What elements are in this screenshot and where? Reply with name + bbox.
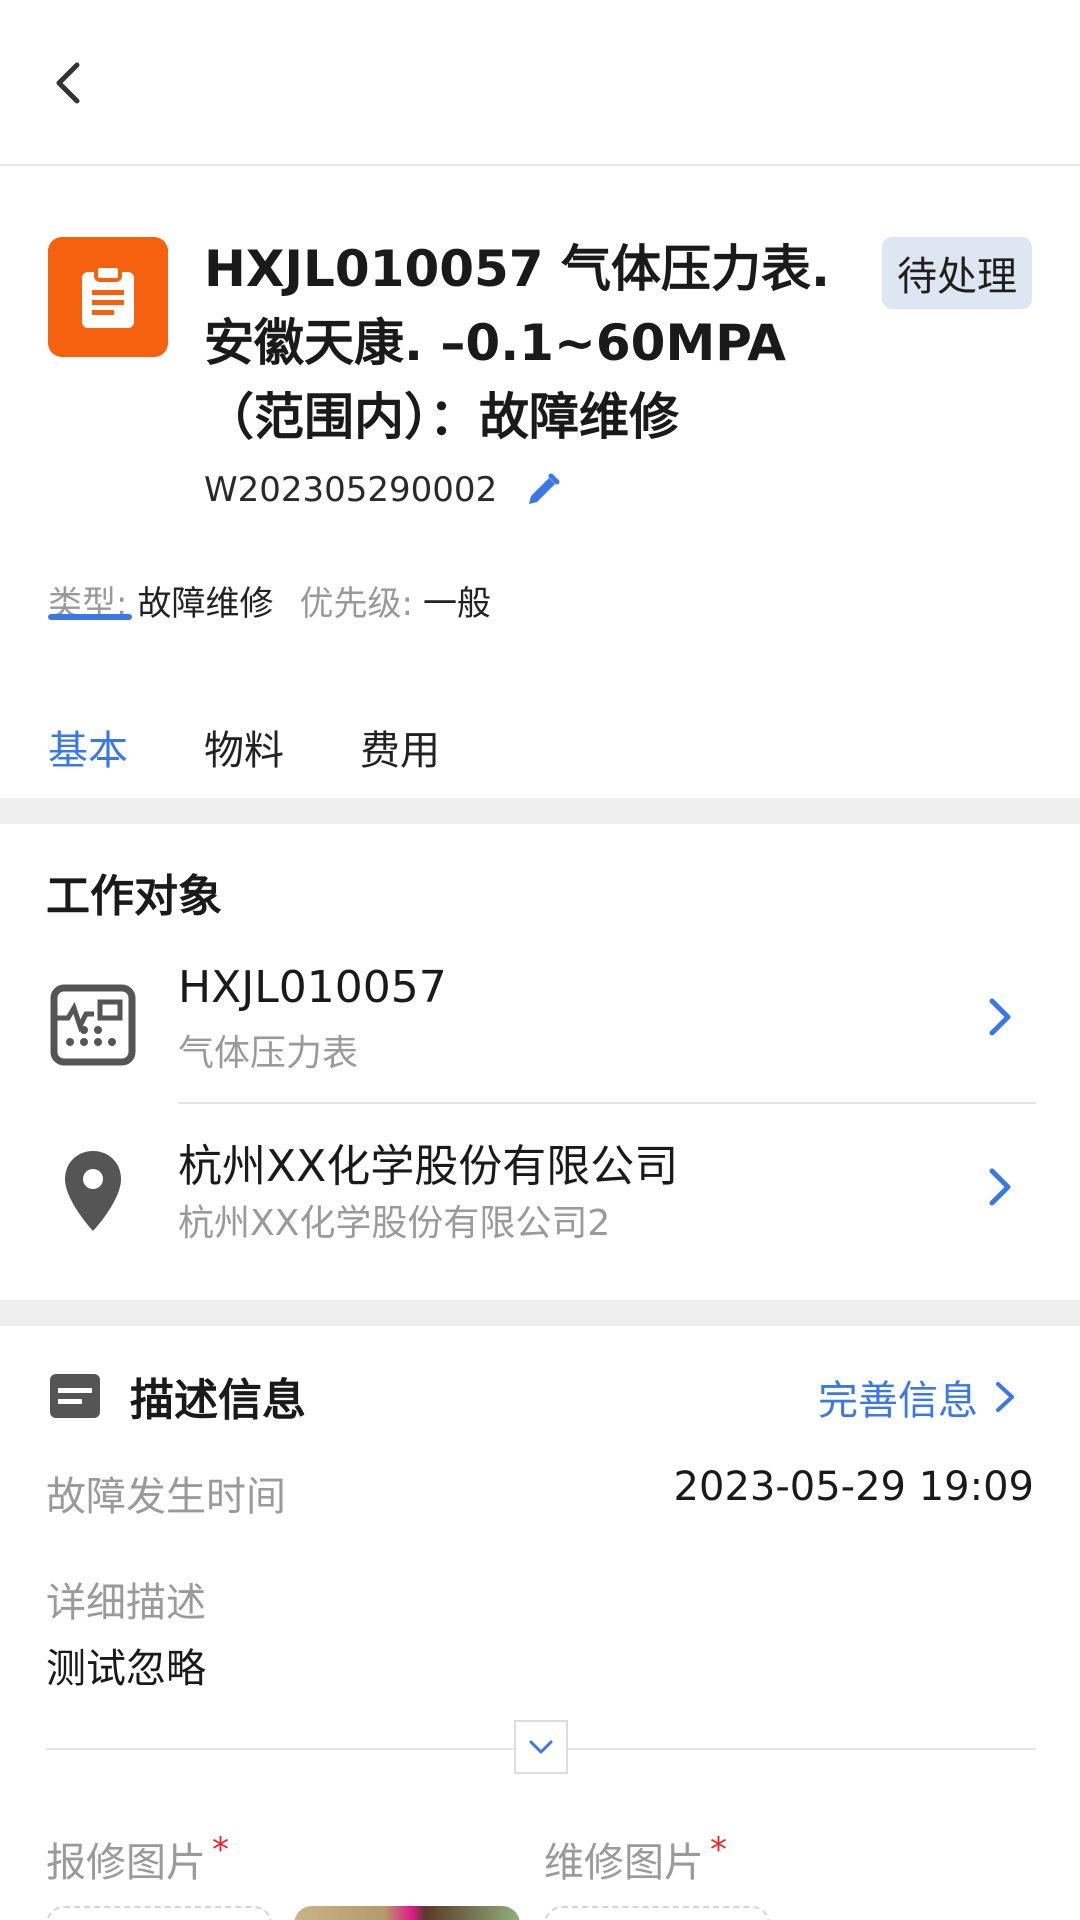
complete-info-link[interactable]: 完善信息 bbox=[818, 1368, 1020, 1426]
customer-site: 杭州XX化学股份有限公司2 bbox=[178, 1203, 611, 1244]
work-object-title: 工作对象 bbox=[46, 871, 222, 922]
chevron-left-icon bbox=[56, 62, 80, 104]
report-image-thumbnail[interactable] bbox=[294, 1906, 520, 1920]
required-mark: * bbox=[710, 1830, 727, 1870]
device-icon bbox=[48, 980, 138, 1070]
priority-label: 优先级: bbox=[299, 584, 413, 624]
detail-value: 测试忽略 bbox=[46, 1646, 206, 1692]
location-pin-icon bbox=[48, 1146, 138, 1236]
priority-value: 一般 bbox=[422, 584, 491, 624]
report-image-upload[interactable] bbox=[46, 1906, 272, 1920]
repair-image-upload[interactable] bbox=[544, 1906, 770, 1920]
repair-images-label: 维修图片 * bbox=[544, 1830, 727, 1888]
tab-costs[interactable]: 费用 bbox=[360, 718, 440, 776]
description-title: 描述信息 bbox=[130, 1375, 306, 1426]
chevron-down-icon bbox=[529, 1740, 553, 1754]
complete-info-label: 完善信息 bbox=[818, 1378, 978, 1424]
chevron-right-icon bbox=[980, 992, 1020, 1042]
row-divider bbox=[178, 1102, 1036, 1104]
description-icon bbox=[48, 1372, 102, 1420]
order-number-row: W202305290002 bbox=[204, 468, 565, 512]
device-code: HXJL010057 bbox=[178, 962, 447, 1013]
fault-time-label: 故障发生时间 bbox=[46, 1474, 286, 1520]
device-name: 气体压力表 bbox=[178, 1033, 359, 1074]
edit-button[interactable] bbox=[521, 468, 565, 512]
repair-images-text: 维修图片 bbox=[544, 1840, 704, 1886]
fault-time-value: 2023-05-29 19:09 bbox=[673, 1464, 1034, 1510]
active-tab-indicator bbox=[48, 614, 132, 620]
chevron-right-icon bbox=[980, 1162, 1020, 1212]
clipboard-icon bbox=[48, 237, 168, 357]
top-bar bbox=[0, 0, 1080, 166]
chevron-right-icon bbox=[996, 1382, 1014, 1412]
report-images-label: 报修图片 * bbox=[46, 1830, 229, 1888]
tab-bar: 基本 物料 费用 bbox=[0, 688, 1080, 798]
tab-basic[interactable]: 基本 bbox=[48, 718, 128, 776]
customer-name: 杭州XX化学股份有限公司 bbox=[178, 1141, 679, 1192]
pencil-icon bbox=[529, 473, 560, 504]
back-button[interactable] bbox=[38, 48, 98, 118]
type-value: 故障维修 bbox=[137, 584, 274, 624]
required-mark: * bbox=[212, 1830, 229, 1870]
section-separator bbox=[0, 798, 1080, 824]
status-badge: 待处理 bbox=[882, 237, 1032, 309]
order-title: HXJL010057 气体压力表. 安徽天康. –0.1~60MPA （范围内）… bbox=[204, 240, 831, 446]
report-images-text: 报修图片 bbox=[46, 1840, 206, 1886]
expand-button[interactable] bbox=[514, 1720, 568, 1774]
order-number: W202305290002 bbox=[204, 470, 498, 510]
work-object-location-row[interactable]: 杭州XX化学股份有限公司 杭州XX化学股份有限公司2 bbox=[0, 1110, 1080, 1260]
work-object-device-row[interactable]: HXJL010057 气体压力表 bbox=[0, 940, 1080, 1090]
detail-label: 详细描述 bbox=[46, 1580, 206, 1626]
order-header: HXJL010057 气体压力表. 安徽天康. –0.1~60MPA （范围内）… bbox=[0, 168, 1080, 798]
tab-materials[interactable]: 物料 bbox=[204, 718, 284, 776]
section-separator bbox=[0, 1300, 1080, 1326]
